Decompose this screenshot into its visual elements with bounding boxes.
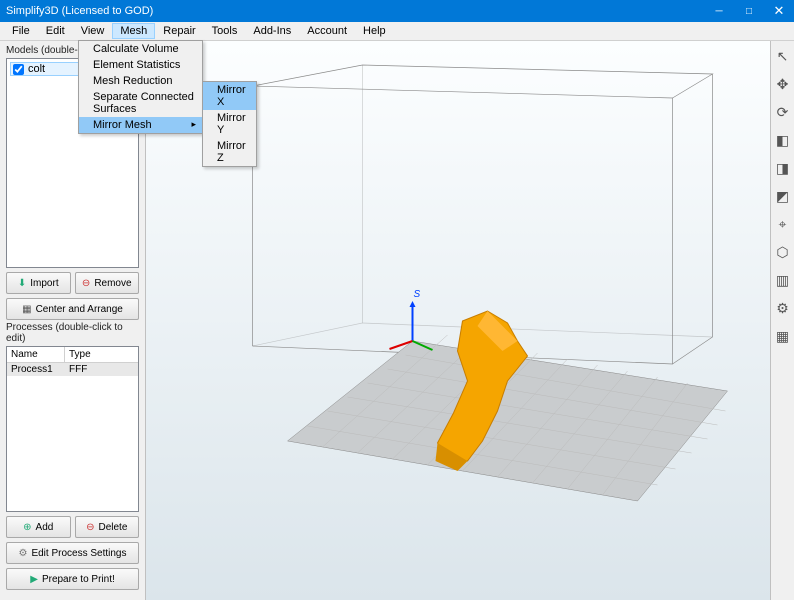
menu-tools[interactable]: Tools bbox=[204, 23, 246, 39]
delete-button[interactable]: ⊖Delete bbox=[75, 516, 140, 538]
edit-process-button[interactable]: ⚙Edit Process Settings bbox=[6, 542, 139, 564]
center-arrange-button[interactable]: ▦Center and Arrange bbox=[6, 298, 139, 320]
menu-addins[interactable]: Add-Ins bbox=[245, 23, 299, 39]
tool-wireframe[interactable]: ⬡ bbox=[774, 243, 792, 261]
origin-axes: S bbox=[390, 289, 433, 350]
play-icon: ▶ bbox=[30, 574, 38, 585]
prepare-print-button[interactable]: ▶Prepare to Print! bbox=[6, 568, 139, 590]
menu-repair[interactable]: Repair bbox=[155, 23, 203, 39]
mirror-z[interactable]: Mirror Z bbox=[203, 138, 256, 166]
menu-view[interactable]: View bbox=[73, 23, 113, 39]
add-button[interactable]: ⊕Add bbox=[6, 516, 71, 538]
minimize-button[interactable]: ─ bbox=[704, 0, 734, 22]
mirror-x[interactable]: Mirror X bbox=[203, 82, 256, 110]
mesh-calculate-volume[interactable]: Calculate Volume bbox=[79, 41, 202, 57]
tool-rotate[interactable]: ⟳ bbox=[774, 103, 792, 121]
viewport-toolbar: ↖ ✥ ⟳ ◧ ◨ ◩ ⌖ ⬡ ▥ ⚙ ▦ bbox=[770, 41, 794, 600]
center-icon: ▦ bbox=[22, 304, 31, 315]
mesh-separate-surfaces[interactable]: Separate Connected Surfaces bbox=[79, 89, 202, 117]
menu-help[interactable]: Help bbox=[355, 23, 394, 39]
menu-file[interactable]: File bbox=[4, 23, 38, 39]
tool-settings[interactable]: ⚙ bbox=[774, 299, 792, 317]
remove-icon: ⊖ bbox=[82, 278, 90, 289]
menu-mesh[interactable]: Mesh bbox=[112, 23, 155, 39]
processes-header: Name Type bbox=[7, 347, 138, 363]
tool-view-side[interactable]: ◩ bbox=[774, 187, 792, 205]
maximize-button[interactable]: □ bbox=[734, 0, 764, 22]
remove-button[interactable]: ⊖Remove bbox=[75, 272, 140, 294]
svg-text:S: S bbox=[414, 289, 421, 300]
tool-axis[interactable]: ⌖ bbox=[774, 215, 792, 233]
import-button[interactable]: ⬇Import bbox=[6, 272, 71, 294]
delete-icon: ⊖ bbox=[86, 522, 94, 533]
mesh-element-statistics[interactable]: Element Statistics bbox=[79, 57, 202, 73]
mirror-submenu: Mirror X Mirror Y Mirror Z bbox=[202, 81, 257, 167]
tool-book[interactable]: ▥ bbox=[774, 271, 792, 289]
menu-edit[interactable]: Edit bbox=[38, 23, 73, 39]
tool-view-top[interactable]: ◧ bbox=[774, 131, 792, 149]
mesh-reduction[interactable]: Mesh Reduction bbox=[79, 73, 202, 89]
mesh-mirror[interactable]: Mirror Mesh bbox=[79, 117, 202, 133]
tool-move[interactable]: ✥ bbox=[774, 75, 792, 93]
tool-view-front[interactable]: ◨ bbox=[774, 159, 792, 177]
import-icon: ⬇ bbox=[18, 278, 26, 289]
processes-label: Processes (double-click to edit) bbox=[6, 322, 139, 344]
app-title: Simplify3D (Licensed to GOD) bbox=[6, 5, 153, 17]
tool-cursor[interactable]: ↖ bbox=[774, 47, 792, 65]
menu-account[interactable]: Account bbox=[299, 23, 355, 39]
mirror-y[interactable]: Mirror Y bbox=[203, 110, 256, 138]
add-icon: ⊕ bbox=[23, 522, 31, 533]
model-checkbox[interactable] bbox=[13, 64, 24, 75]
titlebar: Simplify3D (Licensed to GOD) ─ □ ✕ bbox=[0, 0, 794, 22]
gear-icon: ⚙ bbox=[18, 548, 27, 559]
tool-table[interactable]: ▦ bbox=[774, 327, 792, 345]
mesh-dropdown: Calculate Volume Element Statistics Mesh… bbox=[78, 40, 203, 134]
table-row[interactable]: Process1 FFF bbox=[7, 363, 138, 376]
model-name: colt bbox=[28, 63, 45, 75]
close-button[interactable]: ✕ bbox=[764, 0, 794, 22]
processes-list[interactable]: Name Type Process1 FFF bbox=[6, 346, 139, 512]
menubar: File Edit View Mesh Repair Tools Add-Ins… bbox=[0, 22, 794, 41]
